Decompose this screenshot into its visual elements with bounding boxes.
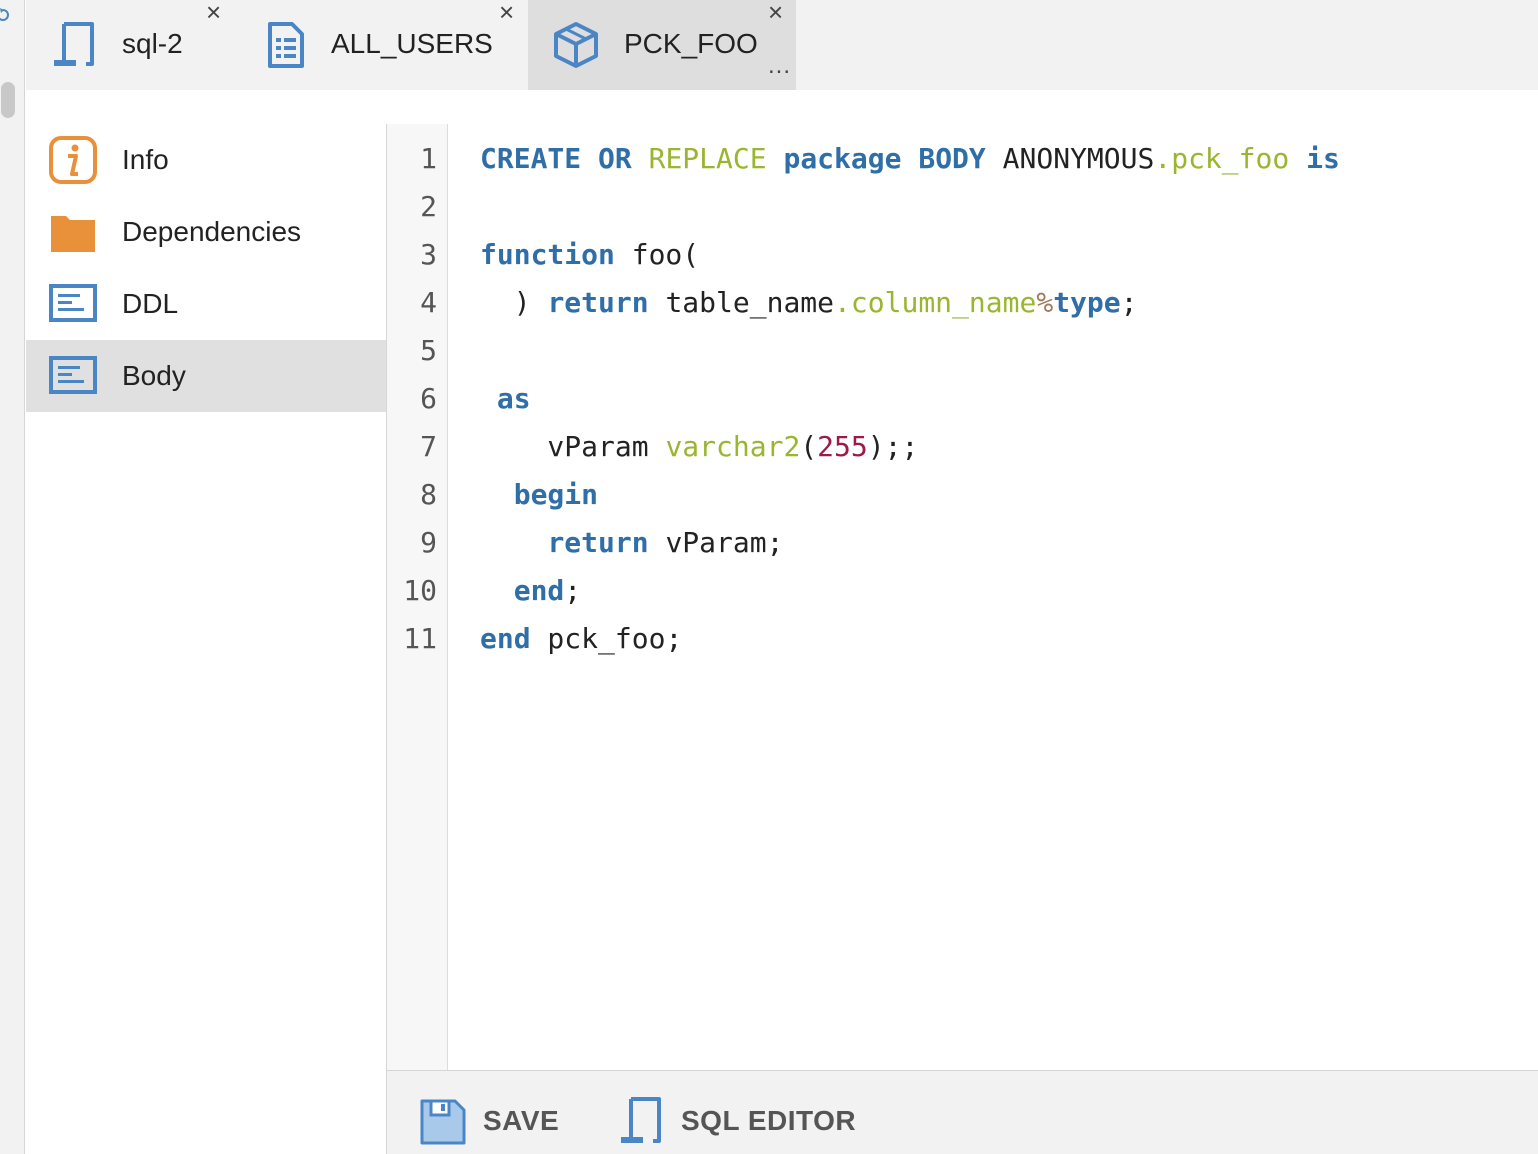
sidebar-item-label: Info [122, 144, 169, 175]
sql-editor-button-label: SQL EDITOR [681, 1105, 857, 1136]
code-line[interactable]: end; [480, 574, 581, 607]
sidebar-item-info[interactable]: Info [26, 124, 386, 196]
line-number-gutter: 1 2 3 4 5 6 7 8 9 10 11 [387, 124, 448, 1070]
code-line[interactable]: end pck_foo; [480, 622, 682, 655]
tab-more-icon[interactable]: ... [768, 52, 791, 80]
package-cube-icon [554, 22, 598, 68]
line-number: 4 [420, 286, 437, 319]
tab-close-icon[interactable]: × [499, 0, 514, 28]
code-line[interactable]: as [480, 382, 531, 415]
tab-sql-2[interactable]: sql-2 × [26, 0, 236, 90]
tab-all-users[interactable]: ALL_USERS × [236, 0, 528, 90]
sql-editor-icon [621, 1097, 661, 1143]
tab-close-icon[interactable]: × [768, 0, 783, 28]
bottom-toolbar: SAVE SQL EDITOR [387, 1070, 1538, 1154]
sql-editor-button[interactable]: SQL EDITOR [617, 1093, 856, 1149]
line-number: 6 [420, 382, 437, 415]
tab-label: ALL_USERS [331, 28, 493, 59]
sidebar-item-label: Body [122, 360, 186, 391]
tab-label: PCK_FOO [624, 28, 758, 59]
code-line[interactable]: vParam varchar2(255);; [480, 430, 918, 463]
tab-bar: sql-2 × ALL_USERS × PCK_FOO × ... [26, 0, 1538, 90]
line-number: 8 [420, 478, 437, 511]
save-button-label: SAVE [483, 1105, 560, 1136]
code-line[interactable]: function foo( [480, 238, 699, 271]
folder-icon [51, 216, 95, 252]
sql-editor-icon [54, 22, 94, 66]
line-number: 10 [403, 574, 437, 607]
line-number: 9 [420, 526, 437, 559]
line-number: 3 [420, 238, 437, 271]
tab-label: sql-2 [122, 28, 183, 59]
code-editor[interactable]: 1 2 3 4 5 6 7 8 9 10 11 CREATE OR REPLAC… [387, 124, 1538, 1070]
save-floppy-icon [420, 1099, 466, 1145]
sidebar-item-body[interactable]: Body [26, 340, 386, 412]
line-number: 7 [420, 430, 437, 463]
info-icon [49, 136, 97, 184]
sidebar-item-label: Dependencies [122, 216, 302, 247]
line-number: 11 [403, 622, 437, 655]
left-edge-strip [0, 0, 25, 1154]
line-number: 5 [420, 334, 437, 367]
code-line[interactable]: ) return table_name.column_name%type; [480, 286, 1138, 319]
save-button[interactable]: SAVE [419, 1093, 559, 1149]
object-sidebar: Info Dependencies DDL Body [26, 124, 387, 1154]
tab-pck-foo[interactable]: PCK_FOO × ... [528, 0, 796, 90]
code-line[interactable]: return vParam; [480, 526, 783, 559]
body-text-icon [49, 356, 97, 394]
tab-subbar [26, 90, 1538, 125]
table-document-icon [268, 22, 304, 68]
ddl-text-icon [49, 284, 97, 322]
scrollbar-thumb[interactable] [1, 82, 15, 118]
sidebar-item-dependencies[interactable]: Dependencies [26, 196, 386, 268]
refresh-icon[interactable] [0, 8, 10, 22]
code-line[interactable]: CREATE OR REPLACE package BODY ANONYMOUS… [480, 142, 1340, 175]
code-line[interactable]: begin [480, 478, 598, 511]
line-number: 1 [420, 142, 437, 175]
sidebar-item-ddl[interactable]: DDL [26, 268, 386, 340]
sidebar-item-label: DDL [122, 288, 179, 319]
tab-close-icon[interactable]: × [206, 0, 221, 28]
line-number: 2 [420, 190, 437, 223]
